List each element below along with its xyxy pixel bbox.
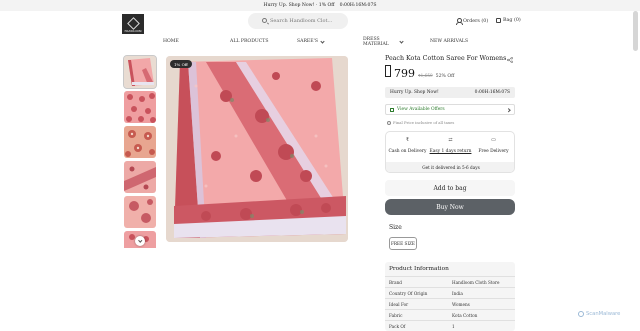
thumbnail-5[interactable]: [124, 196, 156, 228]
truck-icon: ▭: [491, 137, 496, 143]
announcement-timer: 0:00H:16M:07S: [339, 3, 377, 8]
watermark: ScanMalware: [578, 311, 620, 317]
search-input[interactable]: Search Handloom Clot...: [248, 13, 348, 29]
nav-label: NEW ARRIVALS: [430, 39, 469, 44]
thumbnail-3[interactable]: [124, 126, 156, 158]
saree-thumbnail-image: [124, 196, 156, 228]
info-key: Pack Of: [389, 324, 406, 329]
feature-label: Cash on Delivery: [388, 149, 427, 154]
search-placeholder: Search Handloom Clot...: [270, 18, 333, 24]
hurry-banner: Hurry Up. Shop Now! 0:00H:16M:07S: [385, 87, 515, 98]
info-value: India: [452, 291, 463, 296]
nav-item-all-products[interactable]: ALL PRODUCTS: [230, 39, 268, 44]
info-row: Brand Handloom Cloth Store: [385, 276, 515, 287]
chevron-down-icon: [399, 39, 404, 44]
nav-item-new-arrivals[interactable]: NEW ARRIVALS: [430, 39, 468, 44]
saree-thumbnail-image: [124, 126, 156, 158]
product-mrp: ₹1,659: [418, 73, 433, 78]
watermark-text: ScanMalware: [586, 311, 621, 317]
nav-label: SAREE'S: [297, 39, 319, 44]
user-icon: [456, 18, 463, 25]
feature-cod: ₹ Cash on Delivery: [386, 137, 429, 155]
share-icon[interactable]: [507, 57, 513, 63]
bag-label: Bag (0): [503, 18, 521, 23]
orders-label: Orders (0): [463, 18, 489, 24]
feature-return[interactable]: ⇄ Easy 1 days return: [429, 137, 472, 155]
feature-free-delivery: ▭ Free Delivery: [472, 137, 514, 155]
info-row: Ideal For Womens: [385, 298, 515, 309]
info-value: Kota Cotton: [452, 313, 478, 318]
site-header: HANDLOOM Search Handloom Clot... Orders …: [0, 11, 640, 35]
info-key: Country Of Origin: [389, 291, 428, 296]
info-row: Pack Of 1: [385, 320, 515, 331]
product-discount: 52% Off: [435, 74, 455, 79]
add-to-bag-button[interactable]: Add to bag: [385, 180, 515, 196]
size-heading: Size: [389, 224, 402, 231]
bag-link[interactable]: Bag (0): [496, 18, 521, 23]
size-option-free[interactable]: FREE SIZE: [389, 237, 417, 250]
price-row: 799 ₹1,659 52% Off: [385, 65, 454, 80]
nav-item-home[interactable]: HOME: [163, 39, 179, 44]
offers-label: View Available Offers: [397, 107, 445, 112]
info-row: Fabric Kota Cotton: [385, 309, 515, 320]
currency-icon: [385, 65, 391, 77]
info-value: Handloom Cloth Store: [452, 280, 500, 285]
announcement-bar: Hurry Up. Shop Now! · 1% Off 0:00H:16M:0…: [0, 0, 640, 11]
tax-note-text: Final Price inclusive of all taxes: [393, 120, 455, 125]
offer-tag-icon: [390, 107, 394, 112]
info-value: 1: [452, 324, 455, 329]
saree-thumbnail-image: [124, 91, 156, 123]
thumbnail-4[interactable]: [124, 161, 156, 193]
store-logo[interactable]: HANDLOOM: [122, 14, 144, 34]
product-main-image[interactable]: [166, 56, 348, 242]
search-icon: [262, 18, 267, 23]
rupee-icon: ₹: [405, 137, 410, 143]
info-value: Womens: [452, 302, 470, 307]
saree-thumbnail-image: [124, 56, 156, 88]
thumbnail-scroll-down-button[interactable]: [135, 236, 145, 246]
orders-link[interactable]: Orders (0): [456, 18, 489, 25]
nav-item-sarees[interactable]: SAREE'S: [297, 38, 325, 44]
watermark-logo-icon: [578, 311, 584, 317]
chevron-right-icon: [505, 108, 510, 113]
nav-label: HOME: [163, 39, 179, 44]
bag-icon: [496, 18, 501, 23]
buy-now-button[interactable]: Buy Now: [385, 199, 515, 215]
chevron-down-icon: [138, 238, 142, 243]
nav-item-dress-material[interactable]: DRESS MATERIAL: [363, 37, 413, 47]
page-scrollbar[interactable]: [633, 11, 638, 51]
chevron-down-icon: [320, 38, 325, 44]
info-key: Ideal For: [389, 302, 409, 307]
main-nav: HOME ALL PRODUCTS SAREE'S DRESS MATERIAL…: [0, 37, 640, 49]
logo-text: HANDLOOM: [124, 30, 142, 33]
info-key: Fabric: [389, 313, 403, 318]
thumbnail-list: [122, 54, 158, 248]
info-icon: [387, 120, 391, 125]
thumbnail-2[interactable]: [124, 91, 156, 123]
feature-label: Easy 1 days return: [429, 149, 472, 154]
product-title: Peach Kota Cotton Saree For Womens: [385, 55, 507, 62]
features-card: ₹ Cash on Delivery ⇄ Easy 1 days return …: [385, 131, 515, 173]
hurry-text: Hurry Up. Shop Now!: [390, 90, 439, 95]
product-price: 799: [394, 67, 415, 80]
nav-label: ALL PRODUCTS: [230, 39, 269, 44]
thumbnail-1[interactable]: [123, 55, 157, 89]
product-information-card: Product Information Brand Handloom Cloth…: [385, 262, 515, 331]
product-information-title: Product Information: [389, 266, 449, 272]
info-row: Country Of Origin India: [385, 287, 515, 298]
nav-label: DRESS MATERIAL: [363, 37, 389, 47]
view-offers-button[interactable]: View Available Offers: [385, 104, 515, 115]
hurry-timer: 0:00H:16M:07S: [474, 90, 510, 95]
logo-mark-icon: [126, 17, 140, 30]
saree-thumbnail-image: [124, 161, 156, 193]
info-key: Brand: [389, 280, 402, 285]
return-icon: ⇄: [448, 137, 453, 143]
announcement-text: Hurry Up. Shop Now! · 1% Off: [263, 3, 335, 8]
tax-note: Final Price inclusive of all taxes: [387, 120, 454, 125]
saree-image: [166, 56, 348, 242]
feature-label: Free Delivery: [478, 149, 509, 154]
discount-badge: 1% Off: [170, 60, 192, 68]
delivery-estimate: Get it delivered in 5-6 days: [386, 162, 514, 172]
